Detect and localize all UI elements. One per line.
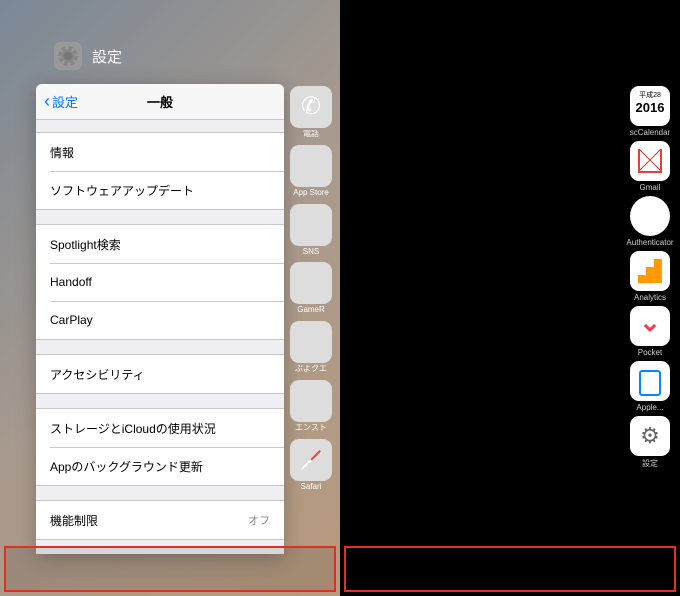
apple-icon — [630, 361, 670, 401]
dock-label: Gmail — [640, 183, 661, 192]
settings-row[interactable]: Spotlight検索 — [36, 225, 284, 263]
settings-row[interactable]: 機能制限 オフ — [36, 501, 284, 539]
safari-icon — [290, 439, 332, 481]
dock-item[interactable]: Gmail — [630, 141, 670, 192]
dock-item[interactable]: ぷよクエ — [290, 321, 332, 374]
highlight-box-right — [344, 546, 676, 592]
settings-icon — [54, 42, 82, 70]
settings-row[interactable]: Handoff — [36, 263, 284, 301]
settings-row[interactable]: 情報 — [36, 133, 284, 171]
dock-label: ぷよクエ — [295, 365, 327, 374]
row-label: Appのバックグラウンド更新 — [50, 458, 203, 475]
sett-icon — [630, 416, 670, 456]
row-label: Spotlight検索 — [50, 236, 121, 253]
dock-item[interactable]: App Store — [290, 145, 332, 198]
row-label: ストレージとiCloudの使用状況 — [50, 420, 216, 437]
right-screenshot: 写 設定 ‹ ⇪ ‹ 一般 Handoff Handoff Handoffを利用… — [340, 0, 680, 596]
dock-label: 設定 — [642, 458, 658, 469]
dock-label: Authenticator — [626, 238, 673, 247]
dock-label: scCalendar — [630, 128, 670, 137]
settings-card[interactable]: ‹ 設定 一般 情報ソフトウェアアップデート Spotlight検索 Handoff… — [36, 84, 284, 554]
puyo-icon — [290, 321, 332, 363]
row-value: オフ — [248, 512, 270, 528]
dock-label: エンスト — [295, 424, 327, 433]
dock-label: SNS — [303, 248, 319, 257]
dock-item[interactable]: Pocket — [630, 306, 670, 357]
dock-label: Apple... — [636, 403, 663, 412]
settings-row[interactable]: アクセシビリティ — [36, 355, 284, 393]
row-label: 情報 — [50, 144, 74, 161]
dock-item[interactable]: 電話 — [290, 86, 332, 139]
dock-item[interactable]: Safari — [290, 439, 332, 492]
gamer-icon — [290, 262, 332, 304]
dock-label: GameR — [297, 306, 325, 315]
pocket-icon — [630, 306, 670, 346]
row-label: Handoff — [50, 275, 92, 289]
row-label: CarPlay — [50, 313, 93, 327]
settings-row[interactable]: ソフトウェアアップデート — [36, 171, 284, 209]
dock-label: Analytics — [634, 293, 666, 302]
navbar: ‹ 設定 一般 — [36, 84, 284, 120]
gmail-icon — [630, 141, 670, 181]
dock-item[interactable]: Analytics — [630, 251, 670, 302]
dock-item[interactable]: 平成282016 scCalendar — [630, 86, 670, 137]
dock-item[interactable]: SNS — [290, 204, 332, 257]
enst-icon — [290, 380, 332, 422]
settings-row[interactable]: ストレージとiCloudの使用状況 — [36, 409, 284, 447]
row-label: 機能制限 — [50, 512, 98, 529]
settings-row[interactable]: Appのバックグラウンド更新 — [36, 447, 284, 485]
right-dock: 平成282016 scCalendar Gmail Authenticator Anal… — [624, 86, 676, 469]
dock-item[interactable]: Apple... — [630, 361, 670, 412]
dock-item[interactable]: 設定 — [630, 416, 670, 469]
dock-item[interactable]: エンスト — [290, 380, 332, 433]
dock-item[interactable]: Authenticator — [626, 196, 673, 247]
dock-item[interactable]: GameR — [290, 262, 332, 315]
auth-icon — [630, 196, 670, 236]
back-button[interactable]: ‹ 設定 — [36, 92, 78, 111]
dock-label: 電話 — [303, 130, 319, 139]
app-header: 設定 — [54, 42, 122, 70]
dock-label: Safari — [301, 483, 322, 492]
phone-icon — [290, 86, 332, 128]
left-dock: 電話 App Store SNS GameR ぷよクエエンスト Safari — [286, 86, 336, 492]
dock-label: Pocket — [638, 348, 662, 357]
row-label: アクセシビリティ — [50, 366, 145, 383]
app-header-label: 設定 — [92, 46, 122, 67]
settings-row[interactable]: CarPlay — [36, 301, 284, 339]
appstore-icon — [290, 145, 332, 187]
analytics-icon — [630, 251, 670, 291]
back-label: 設定 — [52, 92, 78, 111]
chevron-left-icon: ‹ — [44, 92, 50, 110]
sns-icon — [290, 204, 332, 246]
row-label: ソフトウェアアップデート — [50, 182, 194, 199]
cal-icon: 平成282016 — [630, 86, 670, 126]
left-screenshot: 設定 ‹ 設定 一般 情報ソフトウェアアップデート Spotlight検索 Hand… — [0, 0, 340, 596]
dock-label: App Store — [293, 189, 329, 198]
highlight-box-left — [4, 546, 336, 592]
